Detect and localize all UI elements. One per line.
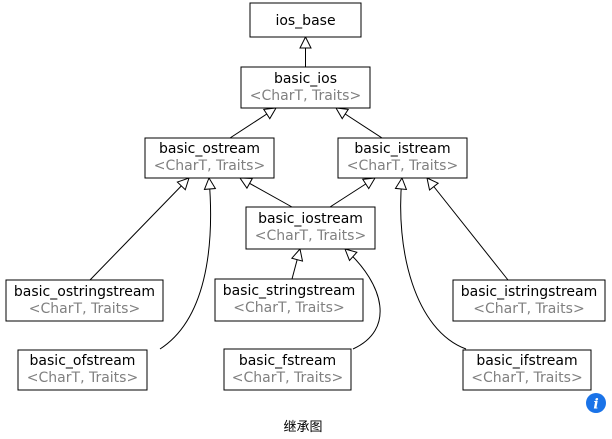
diagram-caption: 继承图 bbox=[283, 420, 322, 435]
node-basic-ios[interactable]: basic_ios <CharT, Traits> bbox=[240, 66, 371, 109]
edge-basic-istringstream-to-basic-istream bbox=[426, 177, 509, 281]
arrowhead bbox=[394, 176, 408, 191]
node-basic-iostream-tparams: <CharT, Traits> bbox=[255, 228, 366, 244]
node-basic-istream-tparams: <CharT, Traits> bbox=[347, 158, 458, 174]
edge-basic-ostream-to-basic-ios bbox=[229, 107, 277, 139]
node-basic-ifstream[interactable]: basic_ifstream <CharT, Traits> bbox=[462, 349, 592, 391]
inheritance-diagram: ios_base basic_ios <CharT, Traits> basic… bbox=[5, 2, 606, 435]
arrowhead bbox=[203, 176, 217, 190]
node-basic-stringstream-tparams: <CharT, Traits> bbox=[233, 300, 344, 316]
node-basic-fstream-tparams: <CharT, Traits> bbox=[232, 370, 343, 386]
node-basic-ostringstream-name: basic_ostringstream bbox=[14, 284, 155, 300]
node-basic-ofstream-tparams: <CharT, Traits> bbox=[27, 370, 138, 386]
edge-basic-ofstream-to-basic-ostream bbox=[159, 176, 217, 350]
info-icon[interactable]: i bbox=[586, 393, 606, 413]
node-basic-iostream[interactable]: basic_iostream <CharT, Traits> bbox=[245, 206, 376, 250]
node-basic-ostream[interactable]: basic_ostream <CharT, Traits> bbox=[144, 137, 275, 179]
node-basic-ios-name: basic_ios bbox=[274, 71, 337, 87]
node-basic-ostringstream[interactable]: basic_ostringstream <CharT, Traits> bbox=[5, 279, 164, 322]
node-basic-ofstream-name: basic_ofstream bbox=[30, 353, 136, 369]
node-ios-base-name: ios_base bbox=[275, 13, 335, 29]
node-basic-ostringstream-tparams: <CharT, Traits> bbox=[29, 301, 140, 317]
node-basic-iostream-name: basic_iostream bbox=[258, 211, 363, 227]
arrowhead bbox=[299, 35, 312, 49]
node-basic-ostream-tparams: <CharT, Traits> bbox=[154, 158, 265, 174]
edge-basic-ifstream-to-basic-istream bbox=[394, 176, 467, 350]
node-basic-istringstream[interactable]: basic_istringstream <CharT, Traits> bbox=[452, 279, 606, 322]
node-basic-fstream[interactable]: basic_fstream <CharT, Traits> bbox=[223, 348, 352, 391]
node-basic-istringstream-tparams: <CharT, Traits> bbox=[473, 301, 584, 317]
edge-basic-iostream-to-basic-ostream bbox=[239, 177, 293, 208]
arrowhead bbox=[361, 177, 376, 190]
node-basic-istream-name: basic_istream bbox=[354, 141, 450, 157]
svg-text:i: i bbox=[593, 397, 598, 413]
node-ios-base[interactable]: ios_base bbox=[249, 2, 362, 38]
node-basic-ofstream[interactable]: basic_ofstream <CharT, Traits> bbox=[17, 349, 148, 391]
edge-basic-ios-to-ios-base bbox=[299, 35, 312, 67]
edge-basic-istream-to-basic-ios bbox=[335, 107, 383, 139]
node-basic-fstream-name: basic_fstream bbox=[239, 353, 336, 369]
node-basic-ios-tparams: <CharT, Traits> bbox=[250, 88, 361, 104]
arrowhead bbox=[262, 107, 277, 120]
node-basic-istream[interactable]: basic_istream <CharT, Traits> bbox=[337, 137, 468, 179]
arrowhead bbox=[290, 247, 304, 262]
arrowhead bbox=[335, 107, 350, 120]
arrowhead bbox=[239, 177, 254, 190]
edge-basic-ostringstream-to-basic-ostream bbox=[89, 177, 190, 281]
node-basic-istringstream-name: basic_istringstream bbox=[461, 284, 598, 300]
node-basic-ostream-name: basic_ostream bbox=[159, 141, 260, 157]
node-basic-stringstream-name: basic_stringstream bbox=[223, 283, 356, 299]
node-basic-stringstream[interactable]: basic_stringstream <CharT, Traits> bbox=[214, 278, 364, 322]
arrowhead bbox=[426, 177, 440, 191]
node-basic-ifstream-name: basic_ifstream bbox=[476, 353, 577, 369]
node-basic-ifstream-tparams: <CharT, Traits> bbox=[471, 370, 582, 386]
edge-basic-stringstream-to-basic-iostream bbox=[290, 247, 304, 280]
edge-basic-iostream-to-basic-istream bbox=[329, 177, 376, 208]
